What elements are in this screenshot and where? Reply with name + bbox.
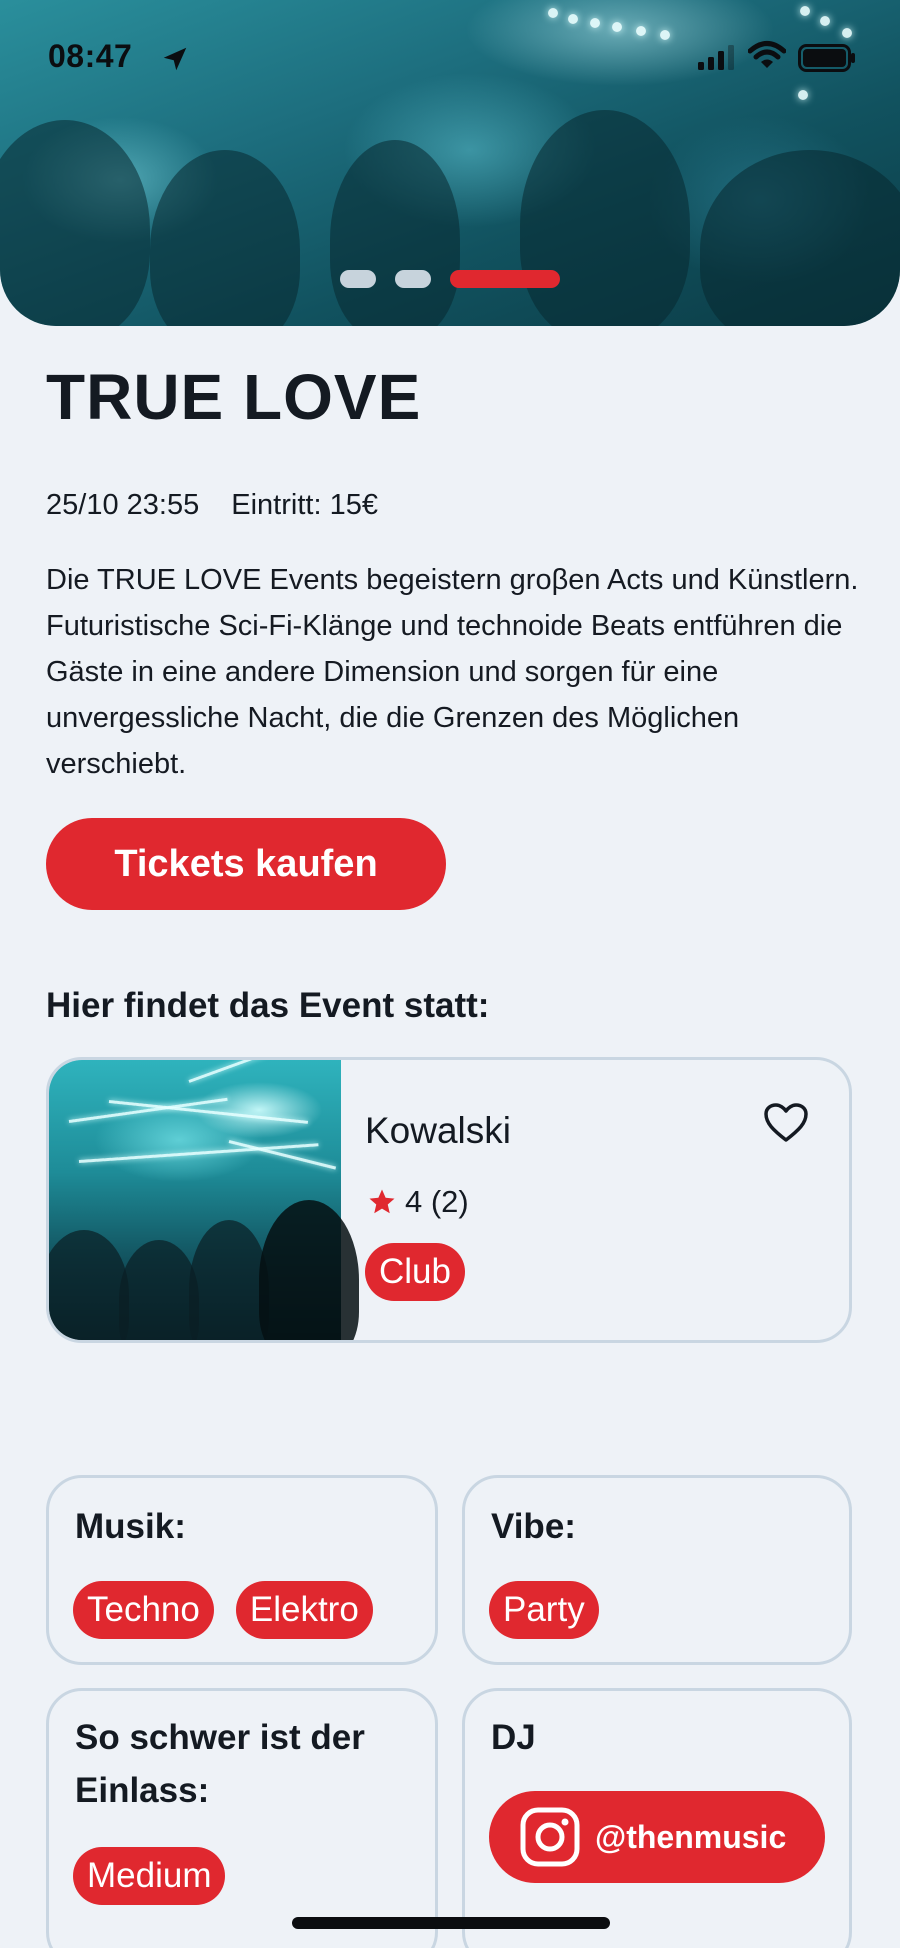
venue-rating: 4 (2) <box>367 1184 469 1220</box>
music-tag: Elektro <box>235 1581 373 1639</box>
event-entry-price: Eintritt: 15€ <box>231 489 378 521</box>
entry-difficulty-label: So schwer ist der Einlass: <box>75 1718 365 1810</box>
music-label: Musik: <box>75 1507 186 1546</box>
entry-difficulty-card: So schwer ist der Einlass: Medium <box>46 1688 438 1948</box>
venue-card[interactable]: Kowalski 4 (2) Club <box>46 1057 852 1343</box>
wifi-icon <box>748 41 786 68</box>
carousel-indicator[interactable] <box>0 270 900 290</box>
status-time: 08:47 <box>48 38 133 74</box>
venue-type-tag: Club <box>365 1243 465 1301</box>
star-icon <box>369 1189 395 1214</box>
music-tag: Techno <box>73 1581 214 1639</box>
vibe-tag: Party <box>489 1581 599 1639</box>
entry-difficulty-tags: Medium <box>73 1847 226 1905</box>
music-card: Musik: Techno Elektro <box>46 1475 438 1665</box>
event-hero-image[interactable]: 08:47 <box>0 0 900 326</box>
status-bar: 08:47 <box>0 0 900 110</box>
dj-card: DJ @thenmusic <box>462 1688 852 1948</box>
venue-section-heading: Hier findet das Event statt: <box>46 986 490 1025</box>
vibe-tags: Party <box>489 1581 599 1639</box>
cellular-signal-icon <box>698 45 734 70</box>
entry-difficulty-tag: Medium <box>73 1847 226 1905</box>
buy-tickets-button[interactable]: Tickets kaufen <box>46 818 446 910</box>
home-indicator[interactable] <box>292 1917 610 1929</box>
favorite-heart-icon[interactable] <box>763 1102 809 1144</box>
carousel-dot[interactable] <box>395 270 431 288</box>
carousel-dot-active[interactable] <box>450 270 560 288</box>
dj-label: DJ <box>491 1718 536 1757</box>
vibe-card: Vibe: Party <box>462 1475 852 1665</box>
location-arrow-icon <box>163 47 187 71</box>
instagram-icon <box>520 1807 580 1867</box>
music-tags: Techno Elektro <box>73 1581 373 1639</box>
vibe-label: Vibe: <box>491 1507 576 1546</box>
event-meta: 25/10 23:55 Eintritt: 15€ <box>46 489 378 522</box>
venue-rating-value: 4 (2) <box>405 1184 469 1219</box>
event-detail-screen: 08:47 TRUE LOVE 25/10 23:55 Eintritt: 15… <box>0 0 900 1948</box>
venue-image <box>49 1060 359 1340</box>
dj-instagram-handle: @thenmusic <box>595 1818 787 1855</box>
event-title: TRUE LOVE <box>46 361 422 433</box>
carousel-dot[interactable] <box>340 270 376 288</box>
event-datetime: 25/10 23:55 <box>46 489 200 521</box>
event-description: Die TRUE LOVE Events begeistern groβen A… <box>46 564 859 780</box>
venue-name[interactable]: Kowalski <box>365 1110 511 1152</box>
dj-instagram-button[interactable]: @thenmusic <box>489 1791 825 1883</box>
battery-icon <box>798 44 855 72</box>
